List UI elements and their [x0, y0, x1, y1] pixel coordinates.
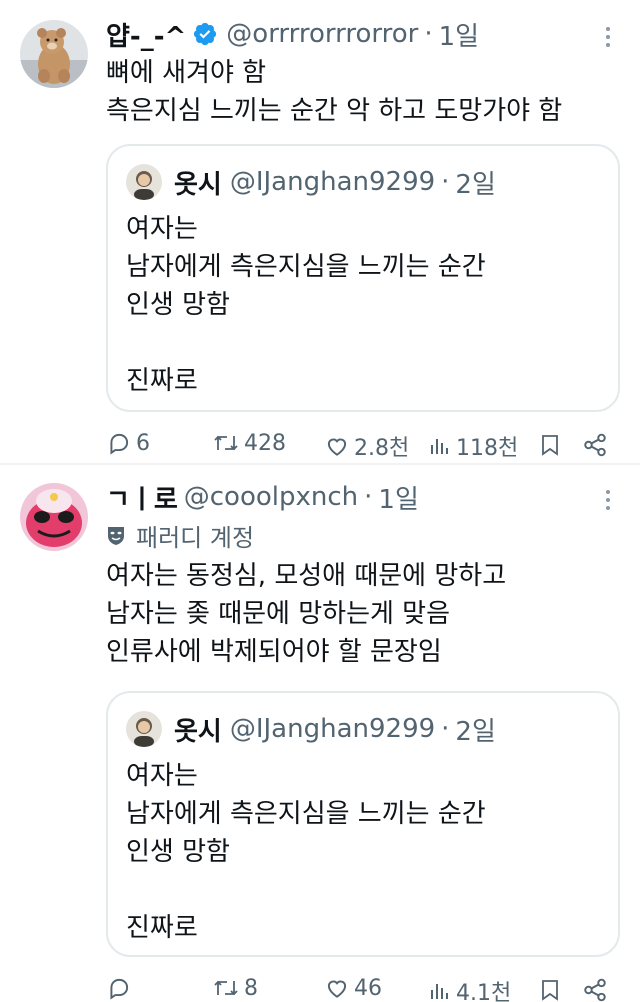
avatar[interactable] — [20, 20, 88, 88]
more-options-icon[interactable] — [596, 22, 620, 52]
separator-dot: · — [364, 482, 373, 512]
retweet-button[interactable]: 428 — [212, 430, 286, 456]
more-options-icon[interactable] — [596, 485, 620, 515]
reply-button[interactable]: 6 — [106, 430, 150, 456]
views-chart-icon — [431, 439, 448, 454]
quoted-display-name: 옷시 — [174, 169, 222, 200]
quoted-timestamp: 2일 — [455, 169, 496, 200]
quoted-avatar — [126, 711, 162, 747]
tweet-content: ㄱㅣ로 @cooolpxnch · 1일 패러디 계정 여자는 동정심, 모성애… — [106, 477, 620, 1002]
reply-button[interactable] — [106, 975, 136, 1001]
quoted-text-line: 인생 망함 — [126, 290, 230, 320]
retweet-count: 428 — [244, 430, 286, 456]
action-bar: 8 46 4.1천 — [106, 965, 620, 1002]
handle[interactable]: @orrrrorrrorror — [226, 19, 418, 49]
bookmark-icon[interactable] — [538, 977, 562, 1002]
quoted-text-blank-line — [126, 871, 600, 909]
reply-count: 6 — [136, 430, 150, 456]
tweet[interactable]: 얍-_-^ @orrrrorrrorror · 1일 뼈에 새겨야 함 측은지심… — [0, 0, 640, 465]
views-count: 4.1천 — [456, 981, 512, 1002]
separator-dot: · — [424, 19, 433, 49]
share-icon[interactable] — [582, 432, 608, 458]
tweet-header: ㄱㅣ로 @cooolpxnch · 1일 — [106, 477, 620, 517]
display-name[interactable]: 얍-_-^ — [106, 16, 186, 53]
parody-account-label: 패러디 계정 — [106, 517, 620, 553]
quoted-text-blank-line — [126, 324, 600, 362]
share-icon[interactable] — [582, 977, 608, 1002]
parody-label-text: 패러디 계정 — [136, 523, 255, 552]
display-name[interactable]: ㄱㅣ로 — [106, 479, 178, 516]
quoted-text-line: 인생 망함 — [126, 837, 230, 867]
person-avatar-icon — [126, 164, 162, 200]
tweet-content: 얍-_-^ @orrrrorrrorror · 1일 뼈에 새겨야 함 측은지심… — [106, 14, 620, 480]
pink-frog-avatar-icon — [20, 483, 88, 551]
tweet-text-line: 뼈에 새겨야 함 — [106, 58, 267, 88]
tweet-header: 얍-_-^ @orrrrorrrorror · 1일 — [106, 14, 620, 54]
quoted-tweet[interactable]: 옷시 @IJanghan9299 · 2일 여자는 남자에게 측은지심을 느끼는… — [106, 691, 620, 957]
tweet-text-line: 남자는 좆 때문에 망하는게 맞음 — [106, 599, 451, 629]
timestamp[interactable]: 1일 — [378, 479, 418, 516]
reply-icon — [110, 433, 129, 455]
tweet-text: 여자는 동정심, 모성애 때문에 망하고 남자는 좆 때문에 망하는게 맞음 인… — [106, 557, 620, 671]
quoted-tweet-text: 여자는 남자에게 측은지심을 느끼는 순간 인생 망함 진짜로 — [126, 757, 600, 947]
timestamp[interactable]: 1일 — [439, 16, 479, 53]
separator-dot: · — [441, 167, 450, 197]
quoted-display-name: 옷시 — [174, 716, 222, 747]
separator-dot: · — [441, 714, 450, 744]
quoted-tweet-header: 옷시 @IJanghan9299 · 2일 — [126, 162, 600, 202]
tweet[interactable]: ㄱㅣ로 @cooolpxnch · 1일 패러디 계정 여자는 동정심, 모성애… — [0, 465, 640, 1002]
heart-icon — [327, 980, 347, 998]
quoted-text-line: 여자는 — [126, 761, 198, 791]
views-button[interactable]: 4.1천 — [428, 975, 511, 1002]
quoted-handle: @IJanghan9299 — [229, 714, 436, 744]
tweet-text-line: 측은지심 느끼는 순간 악 하고 도망가야 함 — [106, 96, 563, 126]
reply-icon — [110, 978, 129, 1000]
retweet-count: 8 — [244, 975, 258, 1001]
quoted-text-line: 여자는 — [126, 214, 198, 244]
views-button[interactable]: 118천 — [428, 430, 518, 462]
heart-icon — [327, 438, 347, 456]
verified-badge-icon — [194, 22, 217, 46]
tweet-text-line: 여자는 동정심, 모성애 때문에 망하고 — [106, 561, 507, 591]
tweet-text: 뼈에 새겨야 함 측은지심 느끼는 순간 악 하고 도망가야 함 — [106, 54, 620, 130]
like-count: 2.8천 — [354, 436, 410, 461]
like-count: 46 — [354, 975, 382, 1001]
avatar[interactable] — [20, 483, 88, 551]
quoted-avatar — [126, 164, 162, 200]
person-avatar-icon — [126, 711, 162, 747]
like-button[interactable]: 2.8천 — [324, 430, 409, 462]
views-chart-icon — [431, 984, 448, 999]
quoted-tweet[interactable]: 옷시 @IJanghan9299 · 2일 여자는 남자에게 측은지심을 느끼는… — [106, 144, 620, 412]
retweet-button[interactable]: 8 — [212, 975, 258, 1001]
like-button[interactable]: 46 — [324, 975, 382, 1001]
mask-icon — [108, 527, 124, 545]
views-count: 118천 — [456, 436, 519, 461]
quoted-text-line: 진짜로 — [126, 913, 198, 943]
quoted-timestamp: 2일 — [455, 716, 496, 747]
quoted-text-line: 진짜로 — [126, 366, 198, 396]
bookmark-icon[interactable] — [538, 432, 562, 458]
quoted-handle: @IJanghan9299 — [229, 167, 436, 197]
quoted-tweet-text: 여자는 남자에게 측은지심을 느끼는 순간 인생 망함 진짜로 — [126, 210, 600, 400]
bear-avatar-icon — [20, 20, 88, 88]
quoted-text-line: 남자에게 측은지심을 느끼는 순간 — [126, 252, 486, 282]
quoted-text-line: 남자에게 측은지심을 느끼는 순간 — [126, 799, 486, 829]
tweet-text-line: 인류사에 박제되어야 할 문장임 — [106, 637, 442, 667]
quoted-tweet-header: 옷시 @IJanghan9299 · 2일 — [126, 709, 600, 749]
retweet-icon — [214, 980, 238, 996]
handle[interactable]: @cooolpxnch — [184, 482, 358, 512]
retweet-icon — [214, 435, 238, 451]
